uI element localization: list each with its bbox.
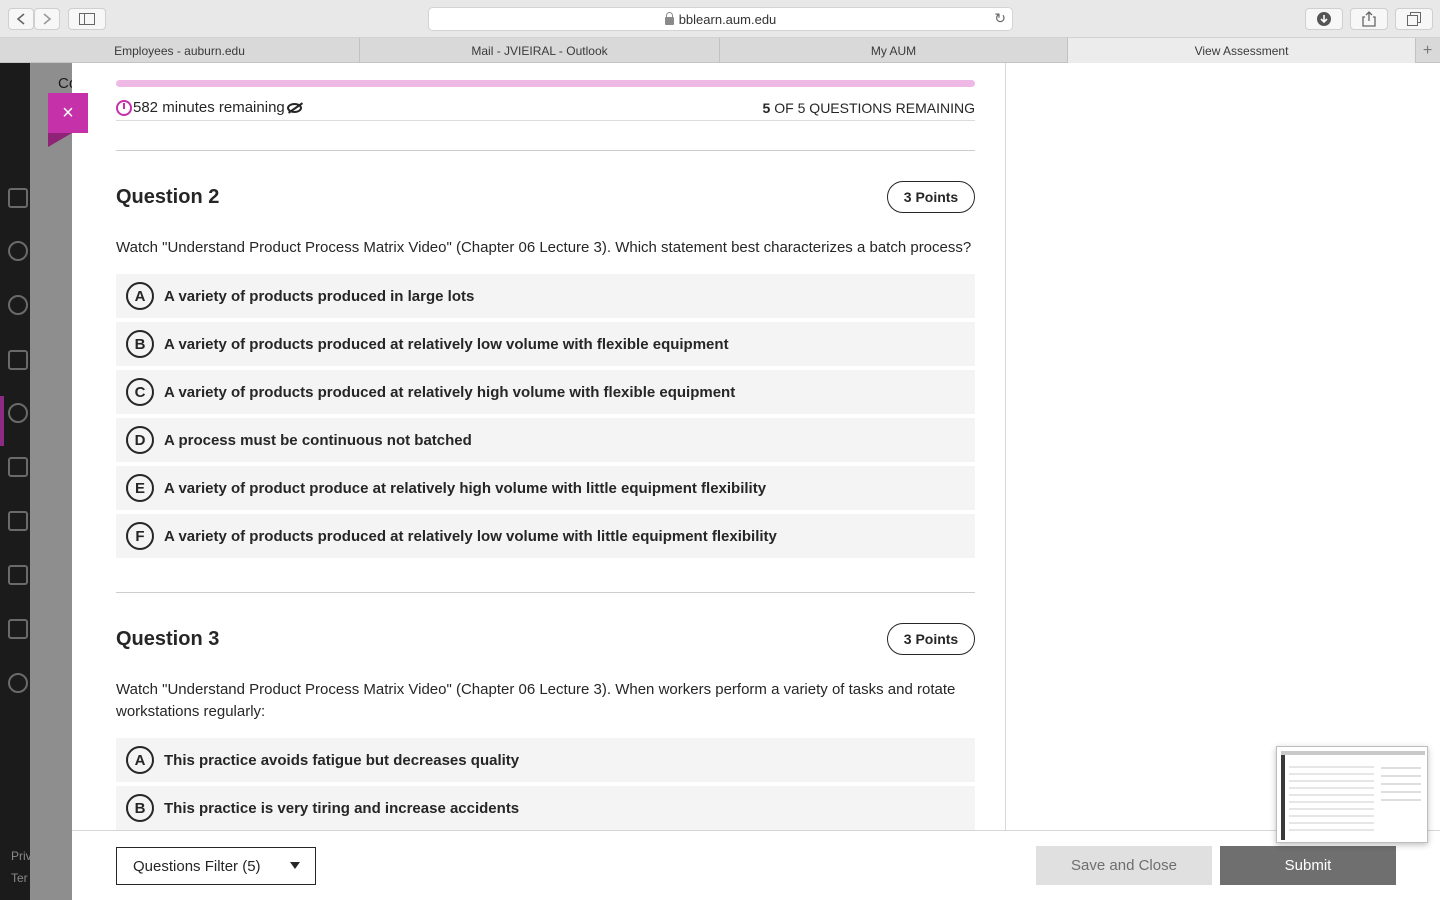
timer-text: 582 minutes remaining bbox=[133, 99, 285, 116]
active-nav-indicator bbox=[0, 396, 4, 446]
progress-bar bbox=[116, 80, 975, 87]
sidebar-icon bbox=[79, 13, 95, 25]
panel-divider bbox=[1005, 63, 1006, 830]
lock-icon bbox=[664, 12, 674, 25]
institution-icon[interactable] bbox=[8, 188, 28, 208]
tab-view-assessment[interactable]: View Assessment bbox=[1068, 38, 1416, 63]
answer-option[interactable]: A This practice avoids fatigue but decre… bbox=[116, 738, 975, 782]
grades-icon[interactable] bbox=[8, 565, 28, 585]
tab-my-aum[interactable]: My AUM bbox=[720, 38, 1068, 63]
close-button[interactable]: × bbox=[48, 93, 88, 133]
submit-label: Submit bbox=[1284, 857, 1332, 874]
option-letter: A bbox=[126, 746, 154, 774]
option-letter: B bbox=[126, 794, 154, 822]
section-divider bbox=[116, 150, 975, 151]
tab-bar: Employees - auburn.edu Mail - JVIEIRAL -… bbox=[0, 38, 1440, 63]
tabs-icon bbox=[1407, 12, 1421, 26]
tab-label: My AUM bbox=[870, 43, 917, 58]
caret-down-icon bbox=[290, 862, 300, 869]
footer-text-terms[interactable]: Ter bbox=[11, 871, 28, 885]
share-button[interactable] bbox=[1350, 8, 1388, 30]
tab-label: Mail - JVIEIRAL - Outlook bbox=[471, 43, 608, 58]
url-text: bblearn.aum.edu bbox=[678, 11, 777, 27]
tab-employees[interactable]: Employees - auburn.edu bbox=[0, 38, 360, 63]
remaining-count: 5 bbox=[762, 99, 771, 116]
question-title: Question 2 bbox=[116, 186, 220, 208]
questions-remaining: 5 OF 5 QUESTIONS REMAINING bbox=[763, 100, 976, 116]
tab-label: View Assessment bbox=[1194, 43, 1289, 58]
close-button-tab bbox=[48, 133, 72, 147]
option-letter: D bbox=[126, 426, 154, 454]
question-title: Question 3 bbox=[116, 628, 220, 650]
question-text: Watch "Understand Product Process Matrix… bbox=[116, 239, 972, 256]
option-text: A variety of products produced at relati… bbox=[164, 527, 777, 545]
submit-button[interactable]: Submit bbox=[1220, 846, 1396, 885]
filter-label: Questions Filter (5) bbox=[133, 857, 261, 875]
sidebar-toggle-button[interactable] bbox=[68, 8, 106, 30]
option-letter: A bbox=[126, 282, 154, 310]
answer-option[interactable]: E A variety of product produce at relati… bbox=[116, 466, 975, 510]
tab-label: Employees - auburn.edu bbox=[114, 43, 245, 58]
option-letter: B bbox=[126, 330, 154, 358]
answer-option[interactable]: D A process must be continuous not batch… bbox=[116, 418, 975, 462]
option-letter: F bbox=[126, 522, 154, 550]
background-content: Co bbox=[30, 63, 77, 900]
tools-icon[interactable] bbox=[8, 619, 28, 639]
download-icon bbox=[1317, 12, 1331, 26]
tab-overview-button[interactable] bbox=[1395, 8, 1433, 30]
address-bar[interactable]: bblearn.aum.edu ↻ bbox=[428, 7, 1013, 31]
hide-timer-icon[interactable] bbox=[286, 102, 302, 113]
option-text: A variety of product produce at relative… bbox=[164, 479, 767, 497]
browser-toolbar: bblearn.aum.edu ↻ bbox=[0, 0, 1440, 38]
signout-icon[interactable] bbox=[8, 673, 28, 693]
answer-option[interactable]: F A variety of products produced at rela… bbox=[116, 514, 975, 558]
points-badge: 3 Points bbox=[887, 623, 975, 655]
option-letter: C bbox=[126, 378, 154, 406]
downloads-button[interactable] bbox=[1305, 8, 1343, 30]
chevron-right-icon bbox=[43, 13, 52, 25]
messages-icon[interactable] bbox=[8, 511, 28, 531]
profile-icon[interactable] bbox=[8, 241, 28, 261]
assessment-content[interactable]: 582 minutes remaining 5 OF 5 QUESTIONS RE… bbox=[116, 63, 975, 830]
footer-text-privacy[interactable]: Priv bbox=[11, 849, 32, 863]
section-divider bbox=[116, 592, 975, 593]
close-icon: × bbox=[62, 101, 74, 124]
answer-option[interactable]: B This practice is very tiring and incre… bbox=[116, 786, 975, 830]
save-label: Save and Close bbox=[1071, 857, 1177, 874]
option-text: This practice is very tiring and increas… bbox=[164, 799, 520, 817]
courses-icon[interactable] bbox=[8, 350, 28, 370]
background-sidebar: Priv Ter bbox=[0, 63, 32, 900]
back-button[interactable] bbox=[8, 8, 34, 30]
question-text: Watch "Understand Product Process Matrix… bbox=[116, 681, 956, 720]
answer-option[interactable]: C A variety of products produced at rela… bbox=[116, 370, 975, 414]
timer-row: 582 minutes remaining 5 OF 5 QUESTIONS RE… bbox=[116, 95, 975, 121]
forward-button[interactable] bbox=[34, 8, 60, 30]
calendar-icon[interactable] bbox=[8, 457, 28, 477]
option-text: This practice avoids fatigue but decreas… bbox=[164, 751, 520, 769]
questions-filter-select[interactable]: Questions Filter (5) bbox=[116, 847, 316, 885]
save-and-close-button[interactable]: Save and Close bbox=[1036, 846, 1212, 885]
screenshot-thumbnail[interactable] bbox=[1276, 746, 1428, 843]
reload-icon[interactable]: ↻ bbox=[994, 10, 1006, 27]
share-icon bbox=[1362, 11, 1376, 27]
timer-icon bbox=[116, 99, 132, 116]
chevron-left-icon bbox=[16, 13, 25, 25]
new-tab-button[interactable]: + bbox=[1415, 38, 1440, 63]
remaining-suffix: OF 5 QUESTIONS REMAINING bbox=[774, 99, 975, 116]
points-badge: 3 Points bbox=[887, 181, 975, 213]
option-text: A variety of products produced at relati… bbox=[164, 383, 736, 401]
tab-mail[interactable]: Mail - JVIEIRAL - Outlook bbox=[360, 38, 720, 63]
option-text: A variety of products produced in large … bbox=[164, 287, 475, 305]
answer-option[interactable]: A A variety of products produced in larg… bbox=[116, 274, 975, 318]
globe-icon[interactable] bbox=[8, 295, 28, 315]
option-text: A variety of products produced at relati… bbox=[164, 335, 729, 353]
answer-option[interactable]: B A variety of products produced at rela… bbox=[116, 322, 975, 366]
groups-icon[interactable] bbox=[8, 403, 28, 423]
option-letter: E bbox=[126, 474, 154, 502]
option-text: A process must be continuous not batched bbox=[164, 431, 472, 449]
